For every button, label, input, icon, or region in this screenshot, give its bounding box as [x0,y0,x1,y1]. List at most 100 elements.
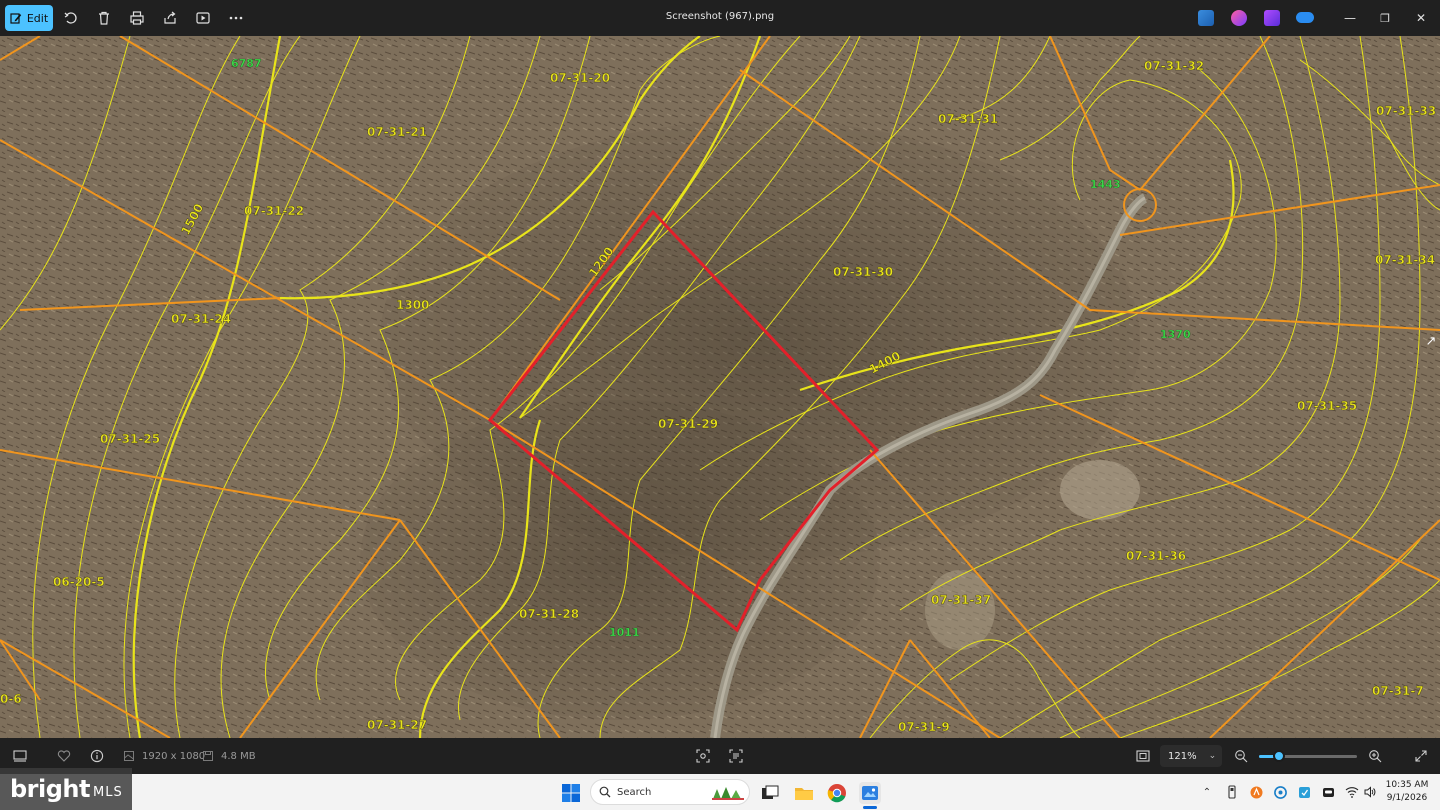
teal-app-icon [1273,785,1287,799]
parcel-label: 07-31-32 [1144,59,1204,73]
zoom-out-icon [1233,748,1249,764]
rotate-button[interactable] [61,8,81,28]
windows-logo-icon [562,784,580,802]
parcel-label: 07-31-35 [1297,399,1357,413]
fit-to-window-button[interactable] [1135,748,1151,764]
print-button[interactable] [127,8,147,28]
parcel-map-image: 07-31-20 07-31-21 07-31-22 07-31-24 07-3… [0,36,1440,738]
parcel-label: 07-31-21 [367,125,427,139]
edit-button[interactable]: Edit [5,5,53,31]
usb-icon [1228,785,1236,799]
watermark-sub: MLS [92,784,123,800]
parcel-label: 07-31-27 [367,718,427,732]
network-tray-button[interactable] [1345,785,1359,799]
parcel-label: 07-31-34 [1375,253,1435,267]
filmstrip-button[interactable] [12,748,28,764]
parcel-label: 07-31-24 [171,312,231,326]
file-info-button[interactable] [89,748,105,764]
parcel-label: 07-31-31 [938,112,998,126]
close-button[interactable]: ✕ [1409,8,1433,28]
zoom-in-icon [1367,748,1383,764]
share-icon [164,11,176,24]
print-icon [130,11,144,25]
designer-app-icon[interactable] [1198,10,1214,26]
parcel-label: 07-31-9 [898,720,950,734]
file-size-value: 4.8 MB [221,750,256,762]
taskbar-search-box[interactable]: Search [590,779,750,805]
image-size-icon [121,748,137,764]
chrome-button[interactable] [826,782,848,804]
watermark-main: bright [10,775,90,803]
app-tray-icon[interactable] [1273,785,1287,799]
text-scan-button[interactable] [728,748,744,764]
slideshow-icon [196,12,210,24]
zoom-slider-thumb[interactable] [1272,750,1285,762]
zoom-dropdown[interactable]: 121% ⌄ [1160,745,1222,767]
start-button[interactable] [560,782,582,804]
scan-text-icon [728,748,744,764]
chat-app-icon [1322,787,1334,797]
zoom-slider[interactable] [1259,750,1357,762]
parcel-label: 07-31-30 [833,265,893,279]
address-label: 1443 [1090,178,1121,191]
more-button[interactable] [226,8,246,28]
parcel-label: 06-20-5 [53,575,105,589]
minimize-icon: — [1344,11,1356,25]
filmstrip-icon [12,748,28,764]
info-icon [89,748,105,764]
visual-search-button[interactable] [695,748,711,764]
clipchamp-icon[interactable] [1231,10,1247,26]
parcel-label: 07-31-22 [244,204,304,218]
fit-screen-icon [1135,748,1151,764]
file-explorer-button[interactable] [793,782,815,804]
delete-button[interactable] [94,8,114,28]
restore-icon: ❐ [1380,11,1390,25]
app-tray-icon[interactable] [1321,785,1335,799]
visual-search-icon [695,748,711,764]
chevron-down-icon: ⌄ [1208,751,1217,761]
favorite-button[interactable] [56,748,72,764]
search-highlight-icon [711,783,745,801]
address-label: 6787 [231,57,262,70]
clock-date: 9/1/2026 [1386,793,1428,803]
photos-taskbar-button[interactable] [859,782,881,804]
share-button[interactable] [160,8,180,28]
usb-device-tray[interactable] [1225,785,1239,799]
parcel-label: 07-31-37 [931,593,991,607]
chevron-up-icon: ⌃ [1202,786,1212,798]
zoom-out-button[interactable] [1233,748,1249,764]
dimensions-value: 1920 x 1080 [142,750,206,762]
status-bar: 1920 x 1080 4.8 MB 121% ⌄ [0,738,1440,774]
delete-icon [99,11,109,25]
onedrive-cloud-icon[interactable] [1296,12,1314,23]
parcel-label: 07-31-28 [519,607,579,621]
edit-icon [10,13,22,24]
speaker-icon [1364,786,1376,798]
volume-tray-button[interactable] [1363,785,1377,799]
zoom-in-button[interactable] [1367,748,1383,764]
image-viewport[interactable]: 07-31-20 07-31-21 07-31-22 07-31-24 07-3… [0,36,1440,738]
taskbar-clock[interactable]: 10:35 AM 9/1/2026 [1378,779,1436,805]
expand-arrow-icon: ↗ [1425,333,1437,349]
address-label: 1370 [1160,328,1191,341]
next-image-button[interactable]: ↗ [1422,326,1440,356]
parcel-label: 07-31-25 [100,432,160,446]
full-screen-button[interactable] [1413,748,1429,764]
video-editor-icon[interactable] [1264,10,1280,26]
task-view-icon [762,785,779,799]
photos-app-window: Edit Screenshot (967).png — ❐ ✕ 07-31-20… [0,0,1440,810]
slideshow-button[interactable] [193,8,213,28]
chrome-icon [827,784,846,803]
more-icon [229,16,243,20]
clock-time: 10:35 AM [1385,780,1429,790]
minimize-button[interactable]: — [1338,8,1362,28]
task-view-button[interactable] [759,782,781,804]
parcel-label: 07-31-29 [658,417,718,431]
rotate-icon [64,12,77,24]
active-app-indicator [863,806,877,809]
app-tray-icon[interactable] [1297,785,1311,799]
show-hidden-icons-button[interactable]: ⌃ [1200,785,1214,799]
maximize-button[interactable]: ❐ [1373,8,1397,28]
heart-icon [56,748,72,764]
app-tray-icon[interactable] [1249,785,1263,799]
